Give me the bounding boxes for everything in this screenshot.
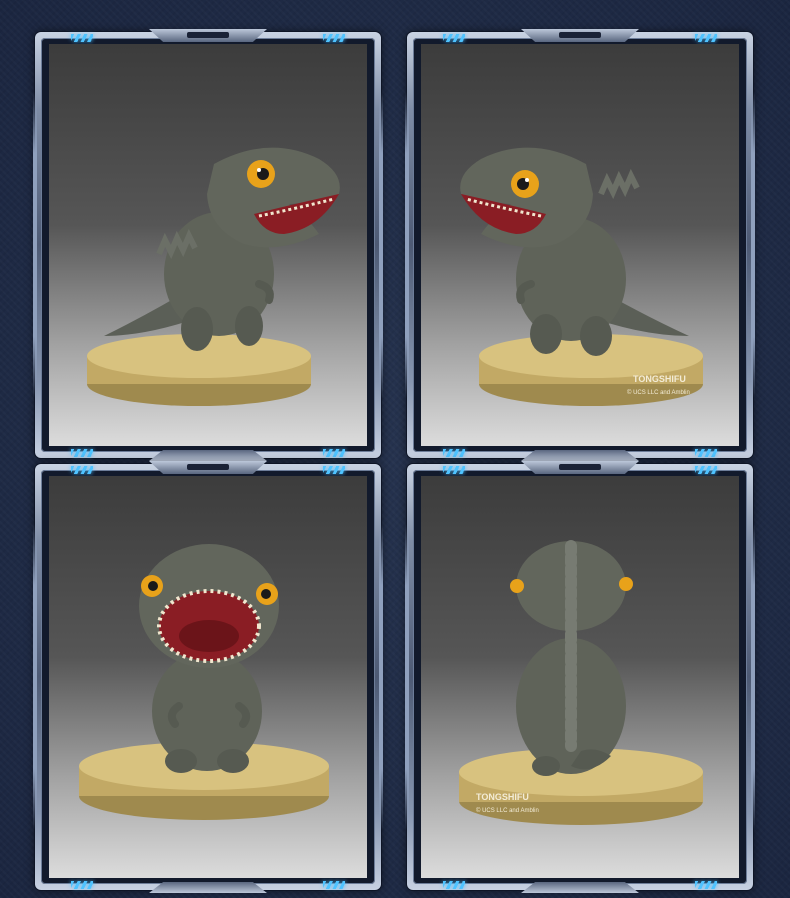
base-brand-text: TONGSHIFU (633, 374, 686, 384)
dinosaur-figure-side-left: TONGSHIFU © UCS LLC and Amblin (460, 147, 703, 406)
figure-photo-side-right (49, 44, 367, 446)
figure-card-3 (33, 461, 383, 893)
figure-card-4: TONGSHIFU © UCS LLC and Amblin (405, 461, 755, 893)
dinosaur-figure-side-right (87, 147, 340, 406)
figure-photo-side-left: TONGSHIFU © UCS LLC and Amblin (421, 44, 739, 446)
base-brand-text: TONGSHIFU (476, 792, 529, 802)
figure-card-2: TONGSHIFU © UCS LLC and Amblin (405, 29, 755, 461)
base-copyright-text: © UCS LLC and Amblin (476, 807, 539, 814)
dinosaur-figure-back: TONGSHIFU © UCS LLC and Amblin (459, 540, 703, 825)
base-copyright-text: © UCS LLC and Amblin (627, 389, 690, 396)
figure-photo-back: TONGSHIFU © UCS LLC and Amblin (421, 476, 739, 878)
figure-card-1 (33, 29, 383, 461)
figure-photo-front (49, 476, 367, 878)
dinosaur-figure-front (79, 544, 329, 820)
